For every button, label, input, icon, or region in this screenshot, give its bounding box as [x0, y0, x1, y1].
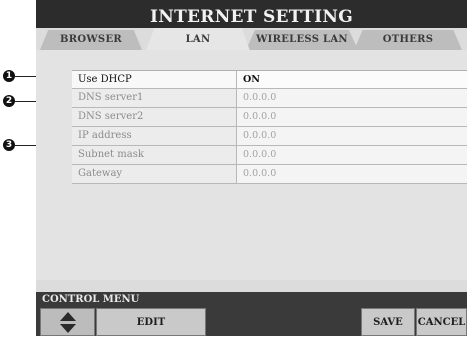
callout-3: 3: [3, 139, 15, 151]
lan-settings-table: Use DHCP ON DNS server1 0.0.0.0 DNS serv…: [72, 70, 467, 184]
up-arrow-icon[interactable]: [59, 312, 76, 321]
cancel-button[interactable]: CANCEL: [416, 308, 467, 336]
title-bar: INTERNET SETTING: [36, 0, 467, 28]
setting-label: DNS server1: [72, 89, 236, 107]
tab-lan[interactable]: LAN: [146, 28, 250, 51]
setting-label: Gateway: [72, 165, 236, 183]
setting-value[interactable]: ON: [236, 71, 467, 88]
setting-label: Use DHCP: [72, 71, 236, 88]
edit-button[interactable]: EDIT: [96, 308, 206, 336]
setting-row-ip-address: IP address 0.0.0.0: [72, 127, 467, 146]
setting-value: 0.0.0.0: [236, 108, 467, 126]
setting-label: Subnet mask: [72, 146, 236, 164]
tab-wireless-lan[interactable]: WIRELESS LAN: [246, 30, 358, 50]
control-menu-bar: CONTROL MENU EDIT SAVE CANCEL: [36, 292, 467, 336]
setting-row-gateway: Gateway 0.0.0.0: [72, 165, 467, 184]
setting-row-dns-server2: DNS server2 0.0.0.0: [72, 108, 467, 127]
setting-value: 0.0.0.0: [236, 146, 467, 164]
tab-others[interactable]: OTHERS: [354, 30, 462, 50]
setting-label: DNS server2: [72, 108, 236, 126]
control-menu-label: CONTROL MENU: [42, 294, 140, 305]
setting-row-dns-server1: DNS server1 0.0.0.0: [72, 89, 467, 108]
internet-setting-screen: INTERNET SETTING BROWSER WIRELESS LAN OT…: [36, 0, 467, 336]
setting-row-subnet-mask: Subnet mask 0.0.0.0: [72, 146, 467, 165]
callout-2: 2: [3, 95, 15, 107]
tab-browser[interactable]: BROWSER: [40, 30, 142, 50]
down-arrow-icon[interactable]: [59, 324, 76, 333]
setting-value: 0.0.0.0: [236, 165, 467, 183]
callout-1: 1: [3, 70, 15, 82]
setting-value: 0.0.0.0: [236, 89, 467, 107]
page-title: INTERNET SETTING: [149, 7, 354, 27]
lan-panel: Use DHCP ON DNS server1 0.0.0.0 DNS serv…: [36, 50, 467, 280]
setting-label: IP address: [72, 127, 236, 145]
setting-value: 0.0.0.0: [236, 127, 467, 145]
setting-row-use-dhcp[interactable]: Use DHCP ON: [72, 71, 467, 89]
save-button[interactable]: SAVE: [361, 308, 415, 336]
up-down-stepper[interactable]: [40, 308, 95, 336]
